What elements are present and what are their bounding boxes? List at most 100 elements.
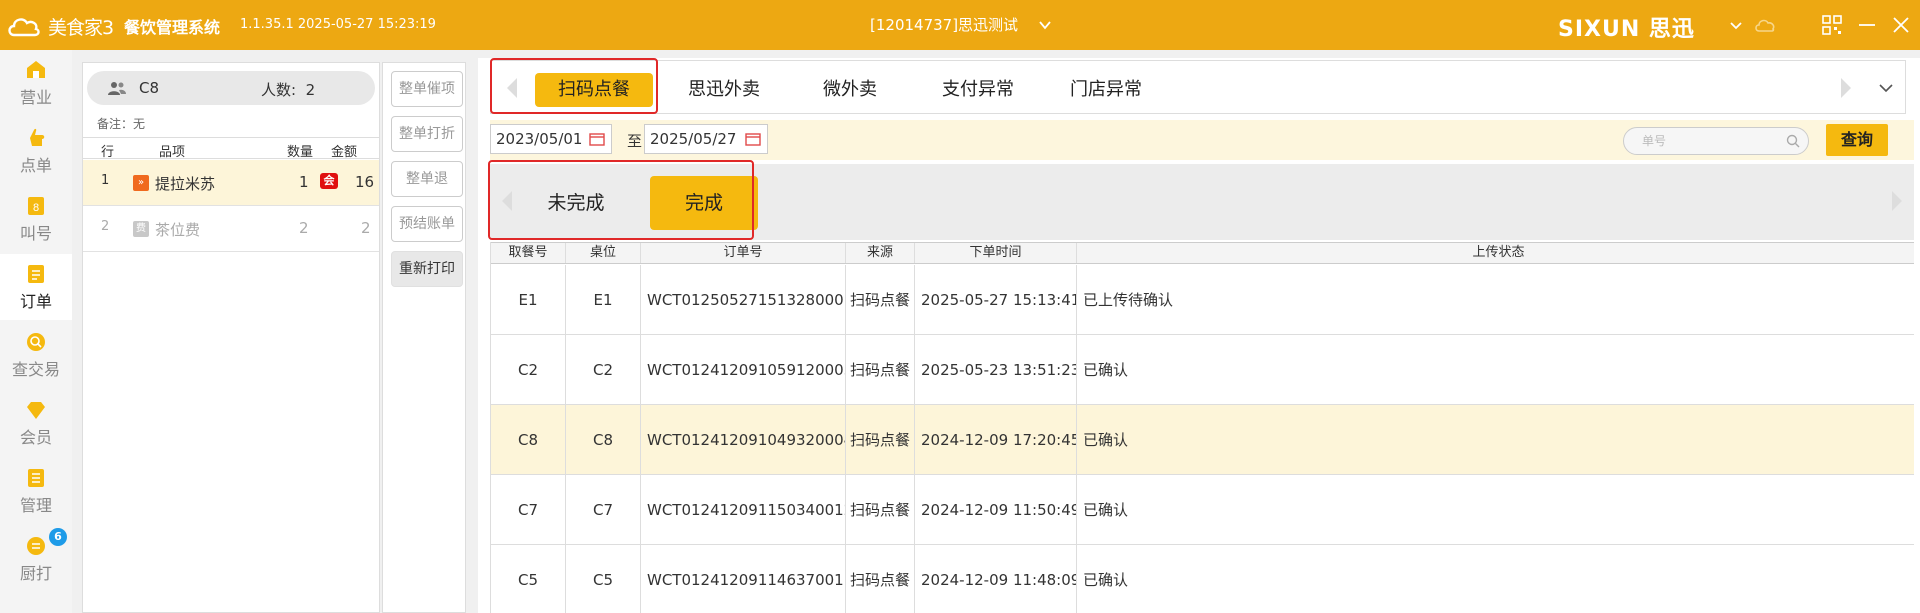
- pickup-number: E1: [491, 265, 566, 334]
- tab-scan-order[interactable]: 扫码点餐: [535, 73, 653, 107]
- column-header: 上传状态: [1077, 243, 1914, 263]
- discount-all-button[interactable]: 整单打折: [391, 116, 463, 152]
- table-seat: C7: [566, 475, 641, 544]
- store-selector[interactable]: [12014737]思迅测试: [870, 14, 1018, 35]
- store-icon: [27, 61, 45, 78]
- table-row[interactable]: C8 C8 WCT012412091049320004 扫码点餐 2024-12…: [491, 405, 1914, 475]
- pre-checkout-button[interactable]: 预结账单: [391, 206, 463, 242]
- upload-status: 已确认: [1077, 545, 1914, 613]
- column-header: 来源: [846, 243, 915, 263]
- table-header: C8 人数: 2: [87, 71, 375, 105]
- fee-tag-icon: 费: [133, 221, 149, 237]
- order-number: WCT012412091049320004: [641, 405, 846, 474]
- tab-store-exception[interactable]: 门店异常: [1047, 73, 1165, 107]
- subtab-incomplete[interactable]: 未完成: [522, 176, 630, 230]
- tab-sixun-delivery[interactable]: 思迅外卖: [665, 73, 783, 107]
- col-row: 行: [101, 145, 115, 160]
- table-seat: C2: [566, 335, 641, 404]
- urge-all-button[interactable]: 整单催项: [391, 71, 463, 107]
- action-buttons-panel: 整单催项 整单打折 整单退 预结账单 重新打印: [382, 62, 466, 613]
- item-row[interactable]: 2 费 茶位费 2 2: [83, 206, 379, 252]
- order-search-input[interactable]: 单号: [1623, 127, 1809, 155]
- refund-all-button[interactable]: 整单退: [391, 161, 463, 197]
- order-source: 扫码点餐: [846, 545, 915, 613]
- nav-item-call-number[interactable]: 8 叫号: [0, 186, 72, 252]
- member-price-badge: 会: [320, 173, 338, 189]
- item-row-number: 2: [101, 219, 110, 234]
- chevron-right-icon[interactable]: [1839, 77, 1853, 99]
- query-button[interactable]: 查询: [1826, 124, 1888, 156]
- pickup-number: C8: [491, 405, 566, 474]
- chevron-down-icon[interactable]: [1725, 14, 1747, 36]
- calendar-icon[interactable]: [589, 132, 605, 146]
- chevron-down-icon[interactable]: [1038, 18, 1052, 32]
- search-icon[interactable]: [1786, 134, 1800, 148]
- tab-micro-delivery[interactable]: 微外卖: [791, 73, 909, 107]
- kitchen-icon: [27, 537, 45, 555]
- filter-bar: 2023/05/01 至 2025/05/27 单号 查询: [490, 120, 1914, 160]
- subtab-complete[interactable]: 完成: [650, 176, 758, 230]
- item-name: 提拉米苏: [155, 175, 216, 193]
- table-seat: C5: [566, 545, 641, 613]
- nav-label: 会员: [19, 428, 52, 447]
- left-nav: 营业 点单 8 叫号 订单 查交易 会员 管理 厨打 6: [0, 50, 72, 613]
- item-qty: 2: [299, 219, 309, 237]
- order-number: WCT012505271513280001: [641, 265, 846, 334]
- order-number: WCT012412091059120005: [641, 335, 846, 404]
- nav-label: 管理: [19, 496, 52, 515]
- table-row[interactable]: C5 C5 WCT012412091146370011 扫码点餐 2024-12…: [491, 545, 1914, 613]
- nav-item-management[interactable]: 管理: [0, 458, 72, 524]
- close-icon[interactable]: [1890, 14, 1912, 36]
- item-row[interactable]: 1 » 提拉米苏 1 会 16: [83, 160, 379, 206]
- nav-item-orders[interactable]: 订单: [0, 254, 72, 320]
- chevron-right-icon[interactable]: [1890, 190, 1904, 212]
- order-time: 2024-12-09 11:50:49: [915, 475, 1077, 544]
- nav-item-business[interactable]: 营业: [0, 50, 72, 116]
- tab-payment-exception[interactable]: 支付异常: [919, 73, 1037, 107]
- order-number: WCT012412091150340012: [641, 475, 846, 544]
- date-range-separator: 至: [627, 132, 643, 150]
- chevron-down-icon[interactable]: [1877, 79, 1895, 97]
- brand-name: 美食家3: [48, 17, 114, 39]
- chevron-left-icon[interactable]: [500, 190, 514, 212]
- order-source: 扫码点餐: [846, 405, 915, 474]
- item-row-number: 1: [101, 173, 110, 188]
- calendar-icon[interactable]: [745, 132, 761, 146]
- diamond-icon: [27, 402, 45, 419]
- qr-code-icon[interactable]: [1821, 14, 1843, 36]
- end-date-field[interactable]: 2025/05/27: [644, 124, 768, 154]
- list-icon: [28, 469, 44, 487]
- start-date-field[interactable]: 2023/05/01: [490, 124, 612, 154]
- column-header: 订单号: [641, 243, 846, 263]
- table-row[interactable]: C2 C2 WCT012412091059120005 扫码点餐 2025-05…: [491, 335, 1914, 405]
- table-seat: E1: [566, 265, 641, 334]
- notification-badge: 6: [49, 528, 67, 546]
- nav-item-members[interactable]: 会员: [0, 390, 72, 456]
- cloud-upload-icon[interactable]: [1754, 14, 1776, 36]
- svg-text:8: 8: [33, 202, 39, 214]
- minimize-icon[interactable]: [1856, 14, 1878, 36]
- chevron-left-icon[interactable]: [505, 77, 519, 99]
- item-tag-icon: »: [133, 175, 149, 191]
- table-row[interactable]: E1 E1 WCT012505271513280001 扫码点餐 2025-05…: [491, 265, 1914, 335]
- order-source: 扫码点餐: [846, 475, 915, 544]
- channel-tabs: 扫码点餐 思迅外卖 微外卖 支付异常 门店异常: [490, 60, 1906, 114]
- order-source: 扫码点餐: [846, 265, 915, 334]
- main-panel: 扫码点餐 思迅外卖 微外卖 支付异常 门店异常 2023/05/01 至 202…: [478, 58, 1920, 613]
- order-time: 2025-05-27 15:13:41: [915, 265, 1077, 334]
- order-number: WCT012412091146370011: [641, 545, 846, 613]
- table-number: C8: [139, 79, 160, 97]
- column-header: 桌位: [566, 243, 641, 263]
- nav-item-transactions[interactable]: 查交易: [0, 322, 72, 388]
- col-amount: 金额: [331, 145, 358, 160]
- people-icon: [108, 82, 126, 95]
- col-qty: 数量: [287, 145, 314, 160]
- nav-item-order-food[interactable]: 点单: [0, 118, 72, 184]
- item-qty: 1: [299, 173, 309, 191]
- search-placeholder: 单号: [1642, 134, 1667, 148]
- nav-item-kitchen-print[interactable]: 厨打 6: [0, 526, 72, 592]
- nav-label: 厨打: [19, 564, 52, 583]
- table-row[interactable]: C7 C7 WCT012412091150340012 扫码点餐 2024-12…: [491, 475, 1914, 545]
- item-name: 茶位费: [155, 221, 201, 239]
- reprint-button[interactable]: 重新打印: [391, 251, 463, 287]
